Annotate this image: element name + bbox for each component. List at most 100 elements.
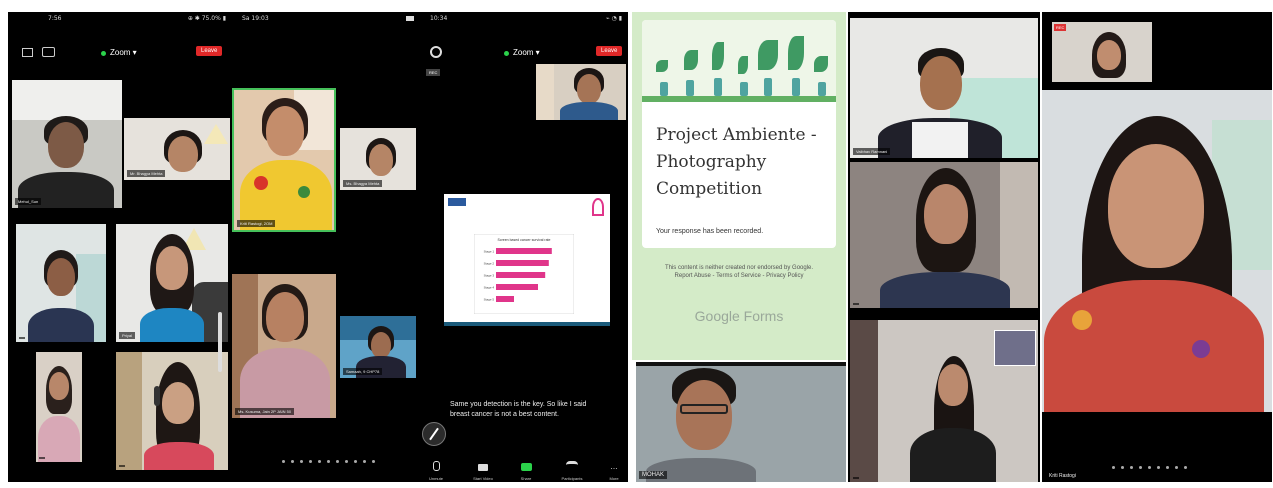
status-icons: ⌁ ◔ ▮: [606, 15, 622, 22]
participant-tile[interactable]: [850, 320, 1038, 482]
participant-name: [19, 337, 25, 339]
bar: [496, 260, 549, 266]
recording-badge: REC: [1054, 24, 1067, 31]
status-time: 10:34: [430, 15, 448, 22]
participant-name: Ms. Bhagya Mehta: [343, 180, 383, 187]
unmute-button[interactable]: Unmute: [422, 458, 450, 481]
ribbon-icon: [592, 198, 604, 216]
self-view-tile[interactable]: REC: [1052, 22, 1152, 82]
response-recorded-text: Your response has been recorded.: [656, 228, 764, 235]
participant-tile[interactable]: [116, 352, 228, 470]
zoom-status-dot: [504, 51, 509, 56]
video-icon: [478, 464, 488, 471]
glasses: [680, 404, 728, 414]
participant-name: Ms. Kusuma, Jain 2P JAIN 50: [235, 408, 295, 415]
participant-tile[interactable]: Mr. Bhagya Mehta: [124, 118, 230, 180]
participant-name: [853, 303, 859, 305]
unmute-label: Unmute: [428, 476, 443, 481]
bar: [496, 296, 514, 302]
status-time: 7:56: [48, 15, 62, 22]
status-icons: ⊕ ✱ 75.0% ▮: [187, 15, 226, 22]
leave-button[interactable]: Leave: [596, 46, 623, 56]
share-label: Share: [520, 476, 532, 481]
participant-name: Mehul_Sun: [15, 198, 42, 205]
start-video-button[interactable]: Start Video: [466, 458, 500, 481]
annotate-button[interactable]: [422, 422, 446, 446]
participant-tile[interactable]: Samaah, 9 CHP78: [340, 316, 416, 378]
settings-icon[interactable]: [430, 46, 442, 58]
battery-icon: [406, 16, 414, 21]
form-title: Project Ambiente - Photography Competiti…: [656, 125, 817, 199]
participant-tile-main[interactable]: [1042, 90, 1272, 412]
zoom-panel-2: Sa 19:03 Kriti Rastogi, 2OM Ms. Bhagya M…: [232, 12, 418, 482]
status-bar: 7:56 ⊕ ✱ 75.0% ▮: [8, 12, 232, 26]
participant-name: Priyal: [119, 332, 136, 339]
participant-tile[interactable]: [36, 352, 82, 462]
zoom-panel-6: REC Kriti Rastogi: [1042, 12, 1272, 482]
zoom-panel-1: 7:56 ⊕ ✱ 75.0% ▮ Zoom ▾ Leave Mehul_Sun …: [8, 12, 232, 482]
participant-name: [853, 477, 859, 479]
chart-title: Screen based cancer survival rate: [498, 238, 551, 242]
recording-badge: REC: [426, 69, 441, 76]
camera-switch-icon[interactable]: [42, 47, 55, 57]
bar-label: Stage 5: [484, 298, 495, 302]
pencil-icon: [429, 427, 439, 441]
share-button[interactable]: Share: [512, 458, 540, 481]
more-icon: ⋯: [610, 466, 618, 473]
zoom-title[interactable]: Zoom ▾: [110, 48, 137, 57]
more-button[interactable]: ⋯ More: [602, 458, 626, 481]
bar: [496, 272, 546, 278]
participant-tile[interactable]: Mehul_Sun: [12, 80, 122, 208]
participants-button[interactable]: Participants: [552, 458, 592, 481]
slide-bar-chart: Screen based cancer survival rate Stage …: [474, 234, 574, 314]
google-form-panel: Project Ambiente - Photography Competiti…: [632, 12, 846, 360]
participants-label: Participants: [561, 476, 583, 481]
slide-logo: [448, 198, 466, 206]
more-label: More: [609, 476, 619, 481]
meeting-toolbar: Unmute Start Video Share Participants ⋯ …: [418, 456, 628, 482]
participant-tile[interactable]: MOHAK: [636, 362, 846, 482]
form-header-image: [642, 20, 836, 96]
self-view-thumbnail[interactable]: [994, 330, 1036, 366]
zoom-status-dot: [101, 51, 106, 56]
participant-tile[interactable]: Vaibhav Ramnani: [850, 18, 1038, 158]
page-indicator[interactable]: [282, 460, 375, 463]
zoom-panel-5: Vaibhav Ramnani: [848, 12, 1040, 482]
form-accent-bar: [642, 96, 836, 102]
bar-label: Stage 4: [484, 286, 495, 290]
form-disclaimer[interactable]: This content is neither created nor endo…: [658, 264, 820, 280]
participant-tile-active-speaker[interactable]: Kriti Rastogi, 2OM: [232, 88, 336, 232]
participant-name: Kriti Rastogi: [1046, 472, 1079, 480]
participant-name: [119, 465, 125, 467]
speaker-icon[interactable]: [22, 48, 33, 57]
leave-button[interactable]: Leave: [196, 46, 223, 56]
page-indicator[interactable]: [1112, 466, 1187, 469]
participant-name: Vaibhav Ramnani: [853, 148, 891, 155]
status-bar: 10:34 ⌁ ◔ ▮: [418, 12, 628, 26]
bar: [496, 284, 538, 290]
participant-name: MOHAK: [639, 471, 668, 479]
form-card: Project Ambiente - Photography Competiti…: [642, 20, 836, 248]
caption-text: Same you detection is the key. So like I…: [450, 401, 587, 418]
participants-icon: [566, 461, 578, 471]
bar: [496, 248, 552, 254]
zoom-panel-3: 10:34 ⌁ ◔ ▮ Zoom ▾ Leave REC Screen base…: [418, 12, 628, 482]
shared-screen-slide[interactable]: Screen based cancer survival rate Stage …: [444, 194, 610, 326]
bar-label: Stage 2: [484, 262, 495, 266]
self-view-tile[interactable]: [536, 64, 626, 120]
participant-name: Samaah, 9 CHP78: [343, 368, 383, 375]
scroll-indicator[interactable]: [218, 312, 222, 372]
zoom-title[interactable]: Zoom ▾: [513, 48, 540, 57]
mic-icon: [432, 461, 440, 471]
participant-tile[interactable]: [16, 224, 106, 342]
bar-label: Stage 1: [484, 250, 495, 254]
participant-tile[interactable]: Priyal: [116, 224, 228, 342]
participant-tile[interactable]: [850, 162, 1038, 308]
participant-tile[interactable]: Ms. Bhagya Mehta: [340, 128, 416, 190]
google-forms-logo[interactable]: Google Forms: [632, 308, 846, 324]
status-bar: Sa 19:03: [232, 12, 418, 26]
status-time: Sa 19:03: [242, 15, 269, 22]
participant-name: Kriti Rastogi, 2OM: [237, 220, 276, 227]
participant-name: Mr. Bhagya Mehta: [127, 170, 166, 177]
participant-tile[interactable]: Ms. Kusuma, Jain 2P JAIN 50: [232, 274, 336, 418]
